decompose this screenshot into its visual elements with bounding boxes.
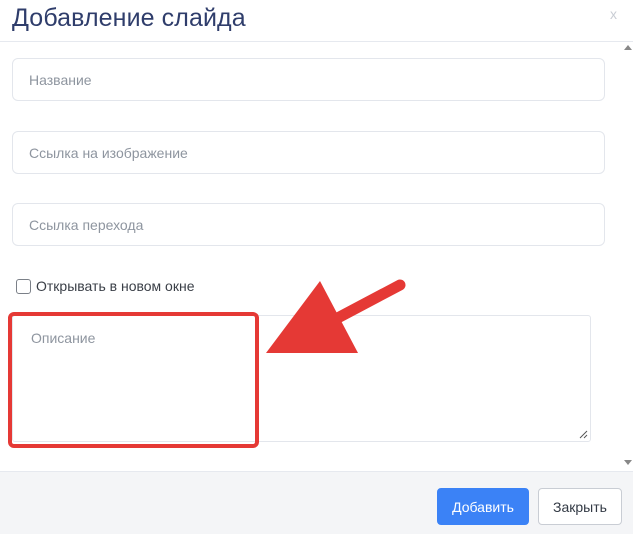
close-button[interactable]: Закрыть xyxy=(538,488,622,525)
close-icon[interactable]: x xyxy=(610,6,617,22)
add-button[interactable]: Добавить xyxy=(437,488,529,525)
description-textarea[interactable] xyxy=(12,315,591,442)
image-link-input[interactable] xyxy=(12,131,605,174)
slide-name-input[interactable] xyxy=(12,58,605,101)
resize-grip-icon[interactable] xyxy=(578,429,588,439)
modal-footer: Добавить Закрыть xyxy=(0,471,633,534)
scroll-down-icon[interactable] xyxy=(624,460,632,465)
modal-title: Добавление слайда xyxy=(12,4,246,32)
modal-header: Добавление слайда x xyxy=(0,0,633,42)
modal-body: Открывать в новом окне xyxy=(0,43,633,471)
new-window-checkbox[interactable] xyxy=(16,278,31,294)
target-link-input[interactable] xyxy=(12,203,605,246)
new-window-option[interactable]: Открывать в новом окне xyxy=(16,277,194,295)
scroll-up-icon[interactable] xyxy=(624,45,632,50)
new-window-label: Открывать в новом окне xyxy=(36,278,195,294)
add-slide-modal: Добавление слайда x Открывать в новом ок… xyxy=(0,0,633,534)
